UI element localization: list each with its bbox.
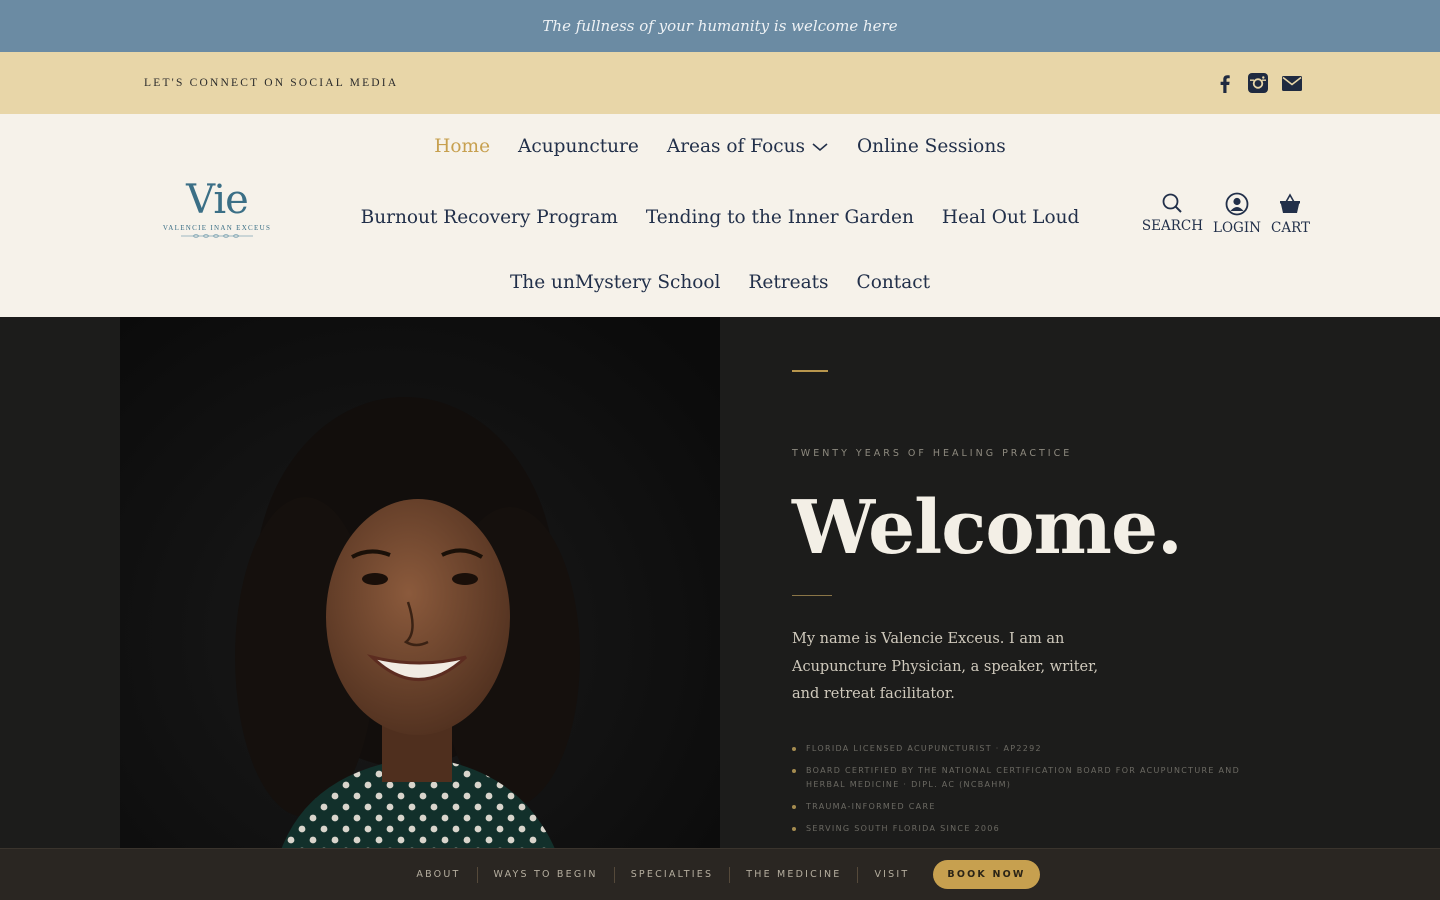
nav-retreats[interactable]: Retreats (748, 272, 828, 293)
header-tools: SEARCH LOGIN CART (1142, 192, 1310, 236)
nav-acupuncture[interactable]: Acupuncture (518, 136, 639, 157)
book-now-button[interactable]: BOOK NOW (933, 860, 1040, 889)
search-label: SEARCH (1141, 218, 1204, 234)
social-icons (1215, 72, 1303, 94)
credential-item: FLORIDA LICENSED ACUPUNCTURIST · AP2292 (792, 742, 1252, 756)
nav-areas-of-focus-label: Areas of Focus (666, 136, 805, 157)
main-nav-row-3: The unMystery School Retreats Contact (0, 272, 1440, 293)
credential-item: SERVING SOUTH FLORIDA SINCE 2006 (792, 822, 1252, 836)
account-icon (1225, 192, 1249, 216)
site-header: Vie VALENCIE INAN EXCEUS Home Acupunctur… (0, 114, 1440, 317)
announcement-text: The fullness of your humanity is welcome… (542, 17, 898, 35)
nav-online-sessions[interactable]: Online Sessions (857, 136, 1006, 157)
portrait-photo (120, 317, 720, 900)
credential-item: TRAUMA-INFORMED CARE (792, 800, 1252, 814)
cart-button[interactable]: CART (1271, 192, 1310, 236)
login-label: LOGIN (1213, 220, 1261, 236)
credentials-list: FLORIDA LICENSED ACUPUNCTURIST · AP2292 … (792, 742, 1252, 844)
sticky-section-nav: ABOUT WAYS TO BEGIN SPECIALTIES THE MEDI… (0, 848, 1440, 900)
section-link-ways-to-begin[interactable]: WAYS TO BEGIN (478, 869, 614, 880)
hero-heading: Welcome. (792, 485, 1183, 571)
login-button[interactable]: LOGIN (1213, 192, 1261, 236)
social-bar: LET'S CONNECT ON SOCIAL MEDIA (0, 52, 1440, 114)
nav-heal-out-loud[interactable]: Heal Out Loud (942, 207, 1080, 228)
hero-intro: My name is Valencie Exceus. I am an Acup… (792, 631, 1099, 702)
nav-burnout-recovery[interactable]: Burnout Recovery Program (361, 207, 618, 228)
cart-basket-icon (1280, 193, 1301, 213)
announcement-bar: The fullness of your humanity is welcome… (0, 0, 1440, 52)
hero-eyebrow: TWENTY YEARS OF HEALING PRACTICE (792, 448, 1073, 459)
instagram-icon[interactable] (1247, 72, 1269, 94)
nav-inner-garden[interactable]: Tending to the Inner Garden (646, 207, 914, 228)
nav-unmystery-school[interactable]: The unMystery School (510, 272, 721, 293)
hero-section: TWENTY YEARS OF HEALING PRACTICE Welcome… (0, 317, 1440, 900)
section-link-about[interactable]: ABOUT (400, 869, 476, 880)
accent-rule-top (792, 370, 828, 372)
chevron-down-icon (812, 142, 828, 151)
logo-sprig-icon (181, 234, 253, 238)
cart-label: CART (1270, 220, 1310, 236)
accent-rule-mid (792, 595, 832, 596)
nav-areas-of-focus[interactable]: Areas of Focus (667, 136, 829, 157)
section-link-the-medicine[interactable]: THE MEDICINE (730, 869, 857, 880)
section-link-specialties[interactable]: SPECIALTIES (615, 869, 730, 880)
facebook-icon[interactable] (1215, 73, 1235, 93)
email-icon[interactable] (1281, 72, 1303, 94)
section-link-visit[interactable]: VISIT (858, 869, 925, 880)
main-nav-row-1: Home Acupuncture Areas of Focus Online S… (0, 136, 1440, 157)
search-icon (1163, 193, 1183, 213)
social-label: LET'S CONNECT ON SOCIAL MEDIA (144, 77, 399, 89)
nav-home[interactable]: Home (434, 136, 490, 157)
nav-contact[interactable]: Contact (857, 272, 930, 293)
credential-item: BOARD CERTIFIED BY THE NATIONAL CERTIFIC… (792, 764, 1252, 792)
search-button[interactable]: SEARCH (1142, 192, 1203, 236)
